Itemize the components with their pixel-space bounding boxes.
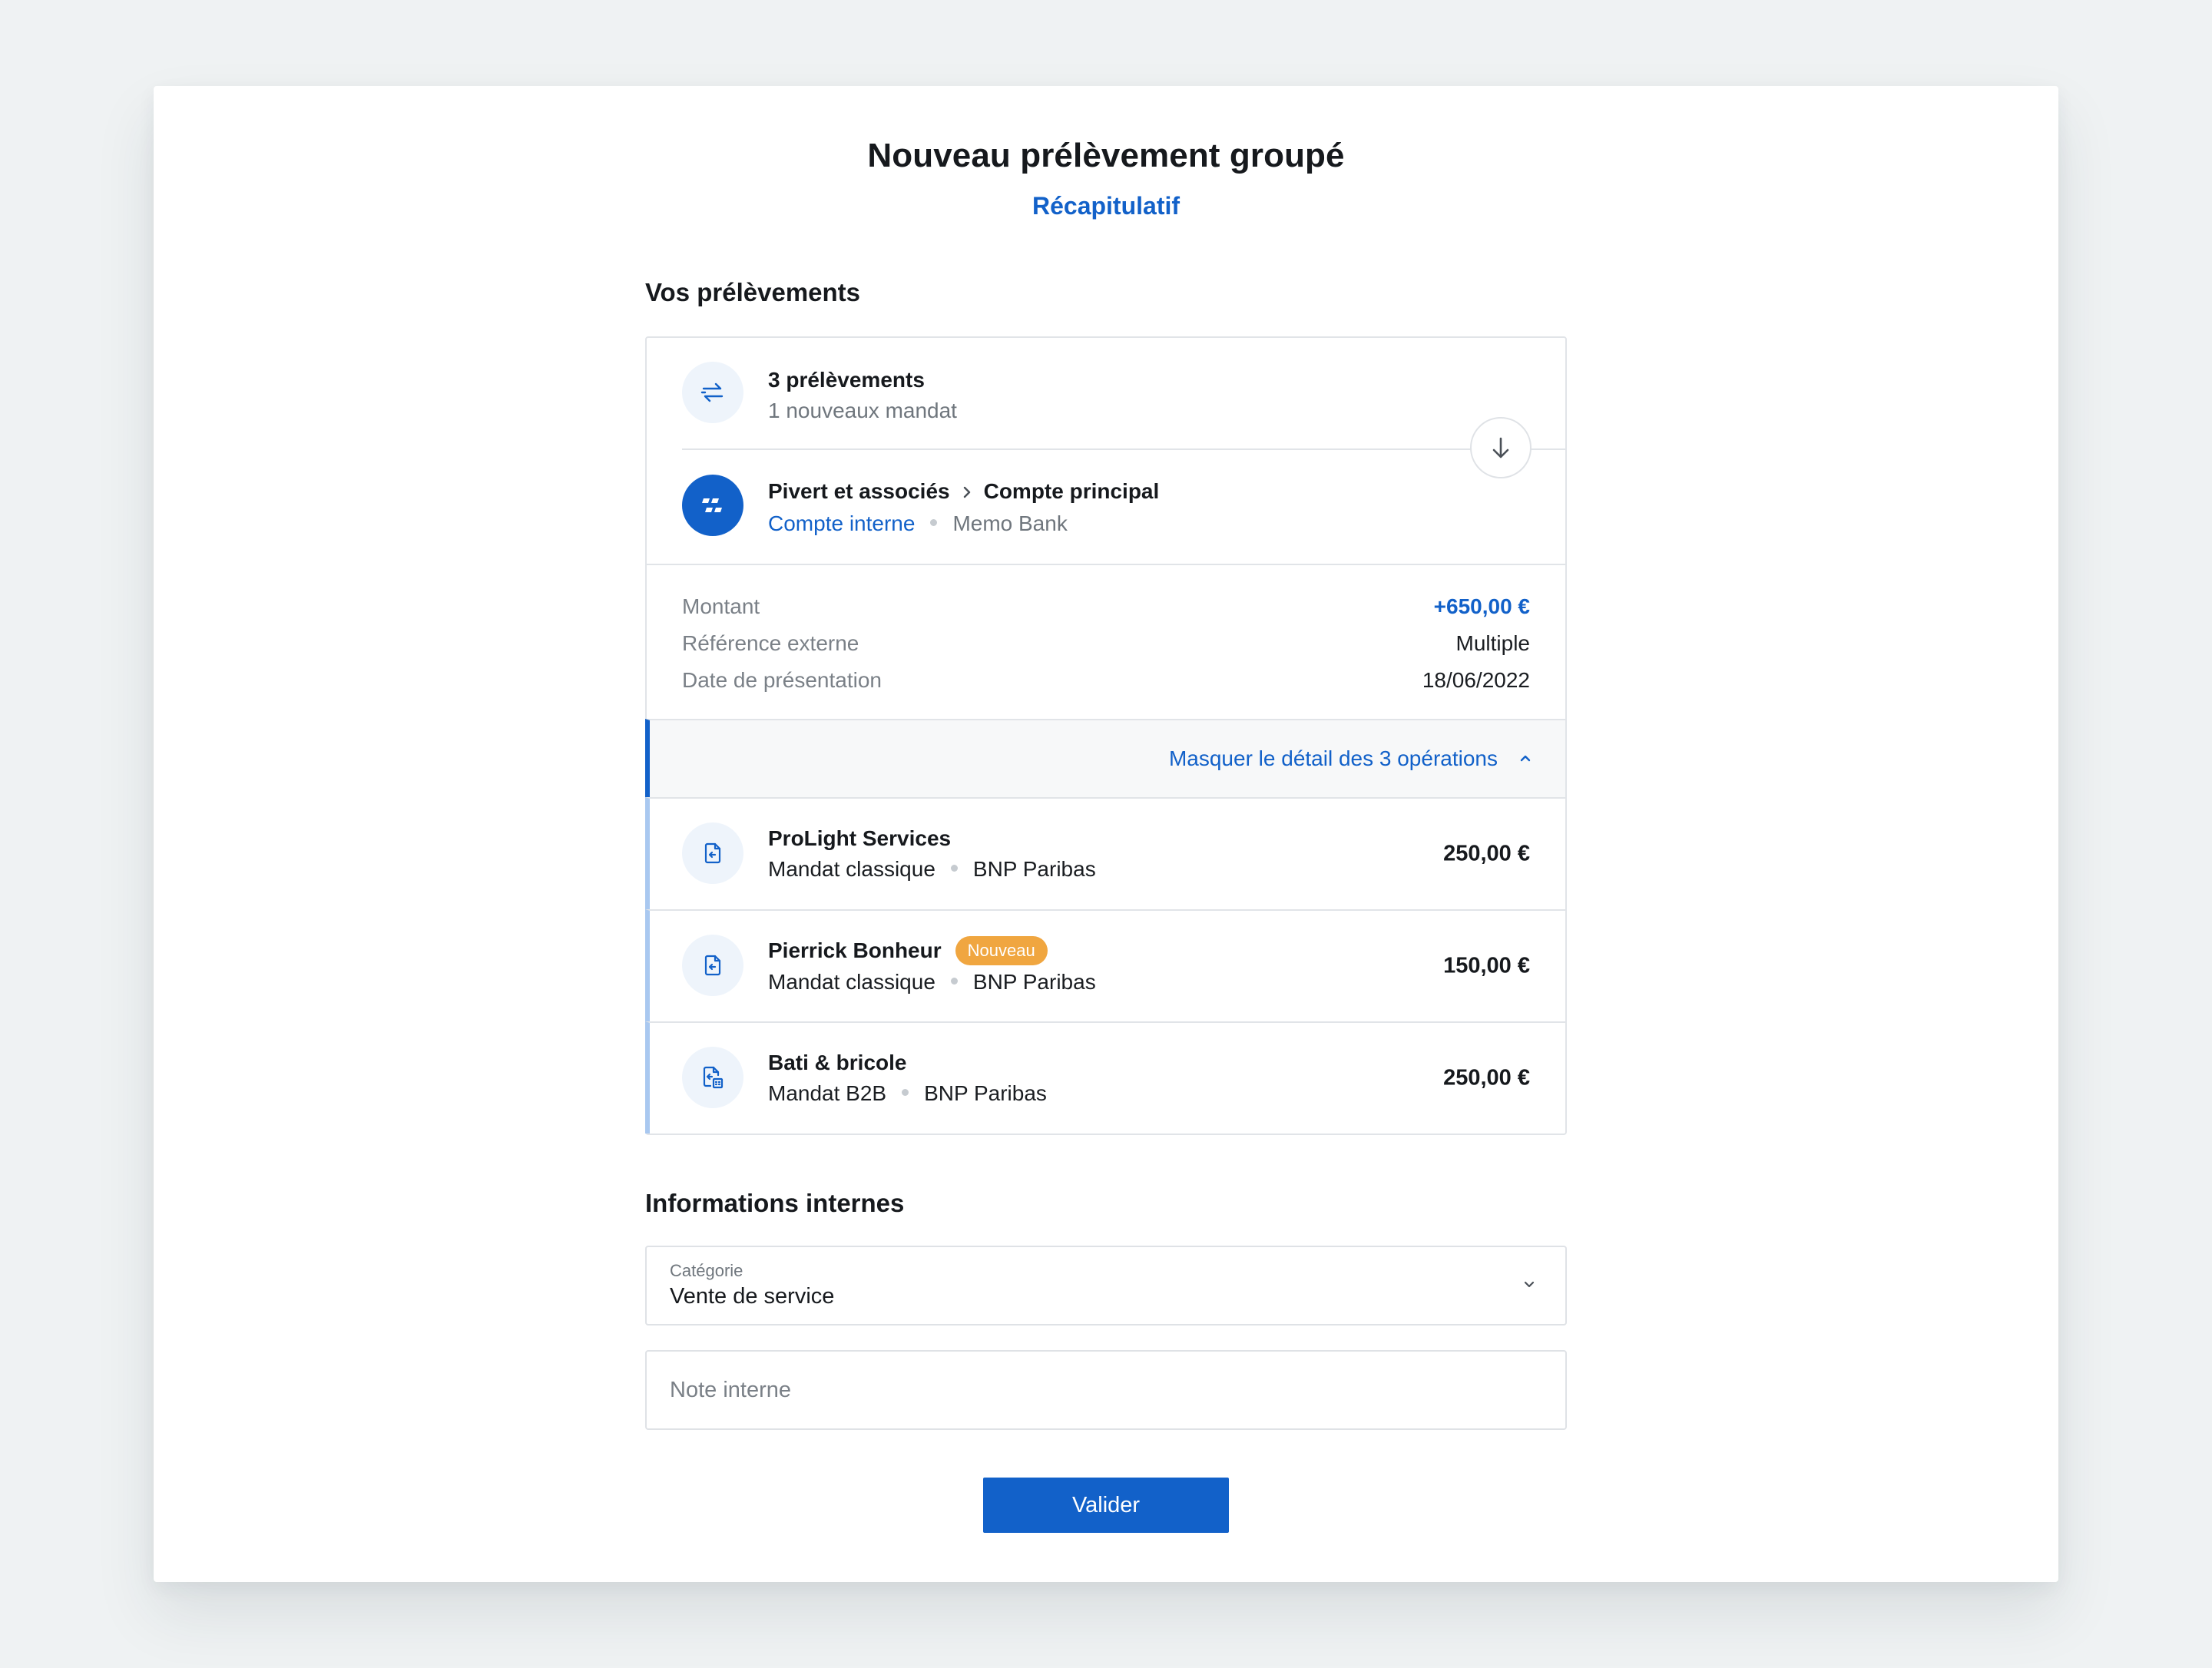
debit-count: 3 prélèvements xyxy=(768,368,925,392)
company-name: Pivert et associés xyxy=(768,479,950,503)
operation-amount: 150,00 € xyxy=(1443,953,1530,978)
account-type: Compte interne xyxy=(768,511,916,535)
toggle-operations-label: Masquer le détail des 3 opérations xyxy=(1168,746,1498,770)
detail-value: 18/06/2022 xyxy=(1422,668,1530,692)
internal-note-field[interactable]: Note interne xyxy=(645,1350,1567,1430)
step-title: Récapitulatif xyxy=(1031,192,1181,220)
modal-title: Nouveau prélèvement groupé xyxy=(867,137,1345,174)
source-account-row: Pivert et associés Compte principal Compt… xyxy=(647,450,1565,564)
debtor-name: Pierrick Bonheur xyxy=(768,938,942,962)
document-debit-icon xyxy=(682,935,743,996)
transfer-arrows-icon xyxy=(682,362,743,423)
operation-row: ProLight Services Mandat classique BNP Pa… xyxy=(645,797,1565,909)
operation-row: Bati & bricole Mandat B2B BNP Paribas 250… xyxy=(645,1021,1565,1134)
operation-text: ProLight Services Mandat classique BNP Pa… xyxy=(768,823,1096,885)
debtor-bank: BNP Paribas xyxy=(924,1081,1047,1105)
chevron-down-icon xyxy=(1522,1279,1536,1293)
detail-reference: Référence externe Multiple xyxy=(682,625,1530,662)
detail-date: Date de présentation 18/06/2022 xyxy=(682,662,1530,699)
operation-meta: Mandat B2B BNP Paribas xyxy=(768,1078,1047,1109)
separator-dot xyxy=(950,977,958,985)
operation-amount: 250,00 € xyxy=(1443,841,1530,866)
debtor-bank: BNP Paribas xyxy=(972,857,1096,881)
toggle-operations-button[interactable]: Masquer le détail des 3 opérations xyxy=(645,719,1565,797)
internal-section-title: Informations internes xyxy=(645,1189,905,1217)
mandate-type: Mandat B2B xyxy=(768,1081,887,1105)
summary-row: 3 prélèvements 1 nouveaux mandat xyxy=(647,338,1565,478)
separator-dot xyxy=(930,518,938,526)
detail-amount: Montant +650,00 € xyxy=(682,588,1530,625)
document-debit-icon xyxy=(682,822,743,884)
mandate-type: Mandat classique xyxy=(768,969,935,994)
separator-dot xyxy=(902,1089,909,1097)
internal-note-placeholder: Note interne xyxy=(670,1378,791,1402)
debtor-name-line: Pierrick Bonheur Nouveau xyxy=(768,935,1096,967)
new-mandates-count: 1 nouveaux mandat xyxy=(768,399,957,422)
debtor-name: Bati & bricole xyxy=(768,1051,907,1074)
detail-label: Date de présentation xyxy=(682,668,882,692)
debits-card: 3 prélèvements 1 nouveaux mandat Pivert … xyxy=(645,336,1567,1135)
mandate-type: Mandat classique xyxy=(768,857,935,881)
modal: Nouveau prélèvement groupé Récapitulatif… xyxy=(154,86,2058,1582)
operation-amount: 250,00 € xyxy=(1443,1065,1530,1090)
operation-text: Pierrick Bonheur Nouveau Mandat classique… xyxy=(768,935,1096,998)
summary-text: 3 prélèvements 1 nouveaux mandat xyxy=(768,365,957,426)
source-account-meta: Compte interne Memo Bank xyxy=(768,508,1159,539)
category-label: Catégorie xyxy=(670,1261,743,1280)
submit-button[interactable]: Valider xyxy=(983,1478,1229,1533)
total-amount: +650,00 € xyxy=(1433,594,1530,618)
internal-info-section: Informations internes Catégorie Vente de… xyxy=(645,1189,1567,1430)
operation-meta: Mandat classique BNP Paribas xyxy=(768,854,1096,885)
bank-name: Memo Bank xyxy=(952,511,1068,535)
arrow-down-icon xyxy=(1470,417,1532,478)
detail-value: Multiple xyxy=(1455,631,1530,655)
chevron-up-icon xyxy=(1518,753,1533,764)
category-select[interactable]: Catégorie Vente de service xyxy=(645,1246,1567,1325)
category-value: Vente de service xyxy=(670,1284,835,1309)
chevron-right-icon xyxy=(961,478,973,508)
source-account-path: Pivert et associés Compte principal xyxy=(768,476,1159,508)
debtor-bank: BNP Paribas xyxy=(972,969,1096,994)
detail-label: Montant xyxy=(682,594,760,618)
modal-header: Nouveau prélèvement groupé Récapitulatif xyxy=(154,137,2058,220)
operation-meta: Mandat classique BNP Paribas xyxy=(768,967,1096,998)
source-account-text: Pivert et associés Compte principal Compt… xyxy=(768,476,1159,539)
account-name: Compte principal xyxy=(983,479,1160,503)
debit-details: Montant +650,00 € Référence externe Mult… xyxy=(647,564,1565,719)
operation-text: Bati & bricole Mandat B2B BNP Paribas xyxy=(768,1047,1047,1109)
new-badge: Nouveau xyxy=(955,935,1048,965)
detail-label: Référence externe xyxy=(682,631,859,655)
separator-dot xyxy=(950,865,958,872)
modal-content: Vos prélèvements 3 prélèvements 1 nouvea… xyxy=(645,278,1567,1430)
debtor-name: ProLight Services xyxy=(768,826,952,850)
document-b2b-icon xyxy=(682,1047,743,1108)
bank-logo-icon xyxy=(682,475,743,536)
debits-section-title: Vos prélèvements xyxy=(645,278,861,306)
operation-row: Pierrick Bonheur Nouveau Mandat classique… xyxy=(645,909,1565,1021)
